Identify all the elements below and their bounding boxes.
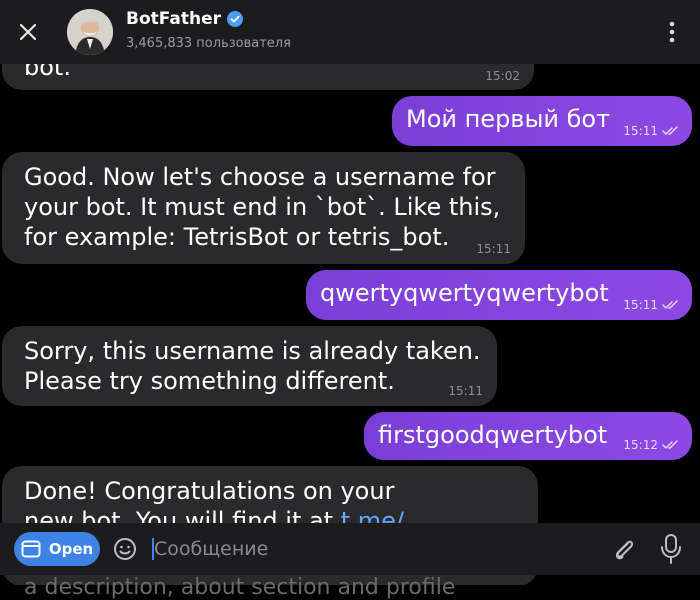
message-text: qwertyqwertyqwertybot <box>320 279 609 307</box>
message-time: 15:11 <box>623 298 680 312</box>
message-time: 15:11 <box>623 124 680 138</box>
incoming-message[interactable]: bot. 15:02 <box>2 64 534 90</box>
message-time: 15:12 <box>623 438 680 452</box>
outgoing-message[interactable]: Мой первый бот 15:11 <box>392 96 692 146</box>
message-text: bot. <box>24 64 71 81</box>
close-button[interactable] <box>14 18 42 46</box>
app-window-icon <box>21 540 41 558</box>
cutoff-message-text: a description, about section and profile <box>24 575 456 600</box>
voice-message-button[interactable] <box>658 533 684 565</box>
incoming-message[interactable]: Sorry, this username is already taken. P… <box>2 326 497 406</box>
open-app-button[interactable]: Open <box>14 532 100 566</box>
message-list[interactable]: bot. 15:02 Мой первый бот 15:11 Good. No… <box>0 64 700 585</box>
emoji-button[interactable] <box>113 537 137 561</box>
message-time: 15:11 <box>476 242 511 256</box>
chat-title-text: BotFather <box>126 9 221 29</box>
message-line: Done! Congratulations on your <box>24 477 395 505</box>
message-time-text: 15:11 <box>623 124 658 138</box>
outgoing-message[interactable]: qwertyqwertyqwertybot 15:11 <box>306 270 692 320</box>
emoji-icon <box>114 538 136 560</box>
attach-button[interactable] <box>608 534 638 564</box>
read-checkmarks-icon <box>662 300 678 309</box>
paperclip-icon <box>615 540 634 560</box>
message-input[interactable] <box>154 536 574 562</box>
message-line: Good. Now let's choose a username for <box>24 163 496 191</box>
close-icon <box>19 23 37 41</box>
open-app-label: Open <box>48 540 94 558</box>
verified-icon <box>227 11 243 27</box>
message-time: 15:11 <box>448 384 483 398</box>
message-text: firstgoodqwertybot <box>378 421 608 449</box>
microphone-icon <box>661 534 681 564</box>
chat-subtitle: 3,465,833 пользователя <box>126 36 291 51</box>
outgoing-message[interactable]: firstgoodqwertybot 15:12 <box>364 412 692 460</box>
chat-header: BotFather 3,465,833 пользователя <box>0 0 700 64</box>
message-line: for example: TetrisBot or tetris_bot. <box>24 223 450 251</box>
more-vertical-icon <box>669 21 675 43</box>
incoming-message[interactable]: Good. Now let's choose a username for yo… <box>2 152 525 264</box>
message-line: Sorry, this username is already taken. <box>24 337 481 365</box>
message-line: your bot. It must end in `bot`. Like thi… <box>24 193 501 221</box>
more-menu-button[interactable] <box>662 18 682 46</box>
chat-title: BotFather <box>126 9 243 29</box>
message-composer: Open <box>0 523 700 575</box>
read-checkmarks-icon <box>662 440 678 449</box>
message-time-text: 15:12 <box>623 438 658 452</box>
message-time: 15:02 <box>485 69 520 83</box>
message-time-text: 15:11 <box>623 298 658 312</box>
message-text: Мой первый бот <box>406 105 611 133</box>
read-checkmarks-icon <box>662 126 678 135</box>
avatar[interactable] <box>67 9 113 55</box>
message-line: Please try something different. <box>24 367 395 395</box>
